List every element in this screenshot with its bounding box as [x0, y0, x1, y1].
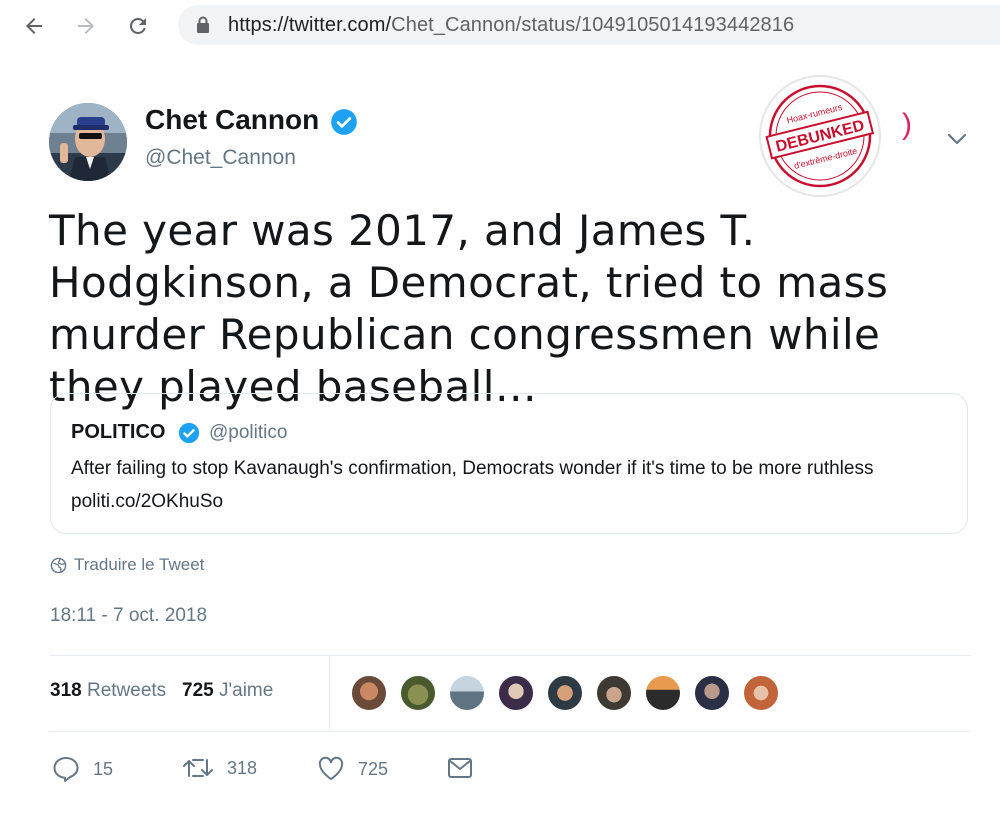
envelope-icon — [448, 758, 472, 778]
chevron-down-icon[interactable] — [944, 128, 970, 150]
likes-count: 725 — [182, 680, 214, 701]
back-arrow-icon[interactable] — [20, 12, 48, 40]
browser-toolbar: https://twitter.com/Chet_Cannon/status/1… — [0, 0, 1000, 52]
likers-list — [350, 674, 791, 712]
verified-badge-icon — [178, 422, 200, 444]
quoted-text: After failing to stop Kavanaugh's confir… — [71, 458, 874, 512]
divider — [49, 731, 971, 732]
liker-avatar[interactable] — [448, 674, 486, 712]
quoted-tweet[interactable]: POLITICO @politico After failing to stop… — [50, 393, 968, 534]
likes-stat[interactable]: 725 J'aime — [182, 680, 273, 701]
divider — [49, 655, 971, 656]
liker-avatar[interactable] — [595, 674, 633, 712]
debunked-stamp: DEBUNKED Hoax-rumeurs d'extrême-droite — [756, 72, 884, 200]
heart-icon — [318, 756, 344, 780]
liker-avatar[interactable] — [742, 674, 780, 712]
stamp-decoration-mark: ) — [902, 108, 912, 141]
liker-avatar[interactable] — [644, 674, 682, 712]
retweets-stat[interactable]: 318 Retweets — [50, 680, 166, 701]
forward-arrow-icon[interactable] — [72, 12, 100, 40]
lock-icon — [196, 16, 210, 34]
retweet-button[interactable]: 318 — [182, 756, 257, 780]
retweets-count: 318 — [50, 680, 82, 701]
tweet-stats: 318 Retweets 725 J'aime — [50, 680, 273, 702]
quoted-display-name[interactable]: POLITICO — [71, 421, 165, 444]
reply-count: 15 — [93, 758, 114, 779]
quoted-handle[interactable]: @politico — [209, 422, 287, 444]
verified-badge-icon — [330, 108, 358, 136]
divider — [329, 656, 330, 730]
liker-avatar[interactable] — [350, 674, 388, 712]
liker-avatar[interactable] — [693, 674, 731, 712]
like-button[interactable]: 725 — [317, 756, 388, 782]
tweet-text: The year was 2017, and James T. Hodgkins… — [49, 206, 889, 411]
display-name[interactable]: Chet Cannon — [145, 104, 319, 136]
address-bar[interactable]: https://twitter.com/Chet_Cannon/status/1… — [178, 5, 1000, 45]
retweets-label: Retweets — [86, 680, 167, 701]
url-text: https://twitter.com/Chet_Cannon/status/1… — [228, 14, 794, 37]
reply-button[interactable]: 15 — [52, 756, 113, 782]
liker-avatar[interactable] — [399, 674, 437, 712]
retweet-count: 318 — [227, 757, 258, 778]
liker-avatar[interactable] — [497, 674, 535, 712]
url-host: https://twitter.com/ — [228, 13, 392, 36]
avatar[interactable] — [49, 103, 127, 181]
translate-link[interactable]: Traduire le Tweet — [50, 555, 204, 575]
translate-label: Traduire le Tweet — [74, 555, 205, 574]
direct-message-button[interactable] — [446, 756, 487, 780]
like-count: 725 — [358, 758, 389, 779]
liker-avatar[interactable] — [546, 674, 584, 712]
reply-icon — [53, 757, 79, 782]
globe-icon — [50, 557, 67, 574]
tweet-timestamp[interactable]: 18:11 - 7 oct. 2018 — [50, 605, 207, 627]
user-handle[interactable]: @Chet_Cannon — [145, 146, 296, 170]
retweet-icon — [183, 759, 213, 777]
reload-icon[interactable] — [124, 12, 152, 40]
likes-label: J'aime — [219, 680, 274, 701]
url-path: Chet_Cannon/status/1049105014193442816 — [391, 13, 795, 36]
